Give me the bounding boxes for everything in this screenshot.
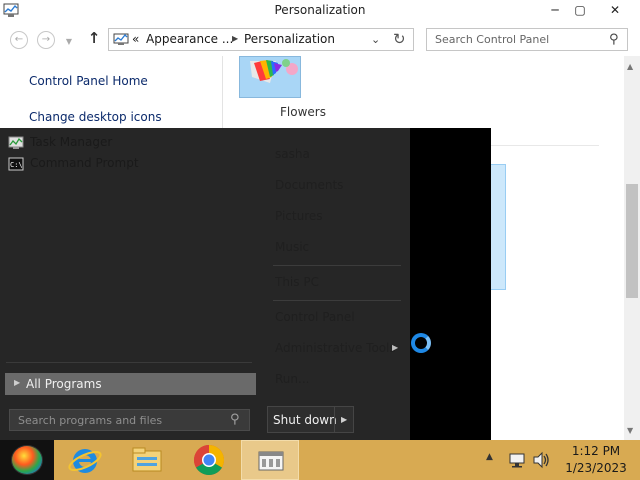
address-dropdown-chevron-icon[interactable]: ⌄ [371,33,380,46]
submenu-arrow-icon[interactable]: ▶ [392,343,398,352]
start-button[interactable] [0,440,54,480]
svg-text:C:\: C:\ [10,161,23,169]
search-icon[interactable]: ⚲ [609,32,619,47]
back-arrow-icon[interactable]: ← [10,31,28,49]
start-item-documents[interactable]: Documents [275,178,343,192]
chevron-up-icon: ▲ [486,452,493,462]
system-clock[interactable]: 1:12 PM 1/23/2023 [556,443,636,477]
start-search-input[interactable]: Search programs and files ⚲ [9,409,250,431]
chrome-icon [193,445,225,476]
all-programs-arrow-icon: ▶ [14,378,21,387]
start-right-separator [273,300,401,301]
flowers-theme-label: Flowers [280,105,326,119]
close-button[interactable]: ✕ [592,0,638,22]
scrollbar-thumb[interactable] [626,184,638,298]
clock-date: 1/23/2023 [565,461,627,475]
search-placeholder: Search Control Panel [435,33,550,46]
internet-explorer-icon [68,449,102,473]
volume-tray-button[interactable] [532,440,550,480]
title-bar[interactable]: Personalization ─ ▢ ✕ [0,0,640,22]
start-search-placeholder: Search programs and files [18,414,163,427]
network-tray-button[interactable] [508,440,526,480]
show-hidden-icons-button[interactable]: ▲ [486,440,498,480]
start-menu: Task Manager C:\ Command Prompt ▶ All Pr… [0,128,491,440]
start-item-music[interactable]: Music [275,240,309,254]
start-menu-shadow [410,128,491,440]
address-bar[interactable]: « Appearance ... ▶ Personalization ⌄ ↻ [108,28,414,51]
start-item-this-pc[interactable]: This PC [275,275,319,289]
scroll-down-arrow-icon[interactable]: ▼ [627,426,633,435]
shut-down-divider [334,407,335,432]
start-item-user[interactable]: sasha [275,147,310,161]
start-right-separator [273,265,401,266]
busy-cursor-icon [411,333,431,353]
flowers-theme-icon [240,57,300,97]
control-panel-home-link[interactable]: Control Panel Home [29,74,148,88]
breadcrumb-overflow[interactable]: « [132,32,139,46]
start-item-run[interactable]: Run... [275,372,309,386]
flowers-theme-thumbnail[interactable] [239,56,301,98]
breadcrumb-separator-icon[interactable]: ▶ [232,34,238,43]
control-panel-icon [113,33,129,45]
start-item-control-panel[interactable]: Control Panel [275,310,355,324]
taskbar-control-panel[interactable] [241,440,299,480]
refresh-icon[interactable]: ↻ [393,30,406,48]
control-panel-icon [258,451,284,471]
speaker-icon [533,451,549,469]
task-manager-icon [8,136,24,149]
start-item-administrative-tools[interactable]: Administrative Tools [275,341,396,355]
recent-locations-chevron-icon[interactable]: ▼ [64,34,74,52]
selected-theme-tile[interactable] [489,164,506,290]
all-programs-button[interactable]: ▶ All Programs [5,373,256,395]
all-programs-separator [6,362,252,363]
scroll-up-arrow-icon[interactable]: ▲ [627,62,633,71]
up-arrow-icon[interactable]: ↑ [86,30,102,48]
shut-down-label: Shut down [273,413,337,427]
search-control-panel-input[interactable]: Search Control Panel ⚲ [426,28,628,51]
taskbar-chrome[interactable] [187,440,231,480]
start-orb-icon [11,445,43,475]
navigation-bar: ← → ▼ ↑ « Appearance ... ▶ Personalizati… [0,26,640,54]
taskbar-file-explorer[interactable] [125,440,169,480]
command-prompt-label: Command Prompt [30,156,139,170]
taskbar: ▲ 1:12 PM 1/23/2023 [0,440,640,480]
maximize-button[interactable]: ▢ [565,0,595,22]
breadcrumb-appearance[interactable]: Appearance ... [146,32,233,46]
change-desktop-icons-link[interactable]: Change desktop icons [29,110,162,124]
start-item-pictures[interactable]: Pictures [275,209,323,223]
network-icon [509,453,525,468]
task-manager-label: Task Manager [30,135,113,149]
forward-arrow-icon[interactable]: → [37,31,55,49]
search-icon[interactable]: ⚲ [230,412,240,427]
vertical-scrollbar[interactable]: ▲ ▼ [624,56,640,440]
all-programs-label: All Programs [26,377,102,391]
shut-down-button[interactable]: Shut down ▶ [267,406,354,433]
file-explorer-icon [132,447,162,472]
clock-time: 1:12 PM [571,444,621,458]
breadcrumb-personalization[interactable]: Personalization [244,32,335,46]
taskbar-internet-explorer[interactable] [63,440,107,480]
shut-down-options-arrow-icon[interactable]: ▶ [341,415,347,424]
command-prompt-icon: C:\ [8,157,24,171]
